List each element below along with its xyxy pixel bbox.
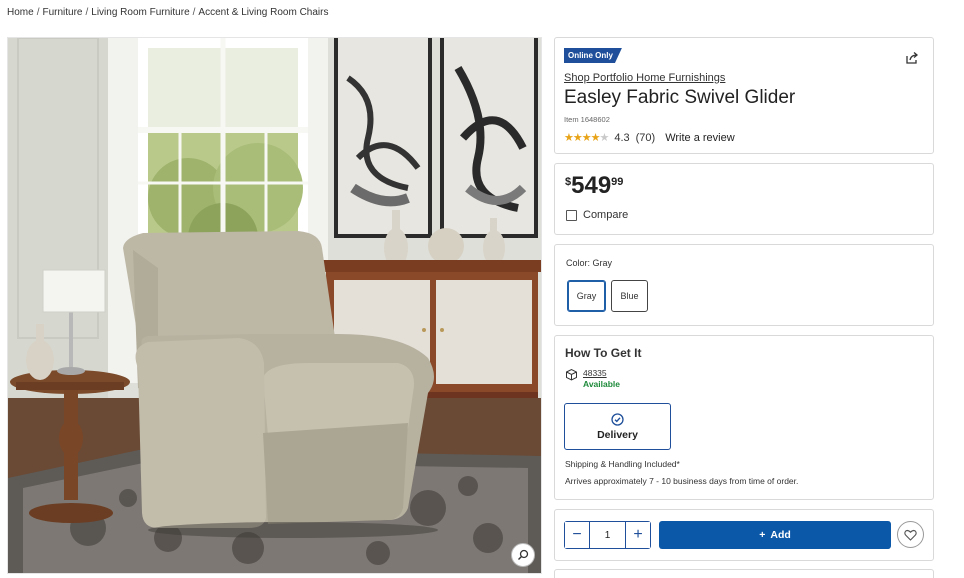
quantity-stepper: − + <box>564 521 651 549</box>
availability-status: Available <box>583 379 621 389</box>
check-circle-icon <box>611 412 624 426</box>
compare-checkbox[interactable]: Compare <box>566 209 628 221</box>
write-review-link[interactable]: Write a review <box>665 132 734 144</box>
rating-row: ★★★★★ 4.3 (70) Write a review <box>564 131 735 145</box>
quantity-increase-button[interactable]: + <box>625 522 650 548</box>
breadcrumb: Home / Furniture / Living Room Furniture… <box>7 7 328 18</box>
color-option-blue[interactable]: Blue <box>611 280 648 312</box>
arrival-note: Arrives approximately 7 - 10 business da… <box>565 476 799 486</box>
quantity-input[interactable] <box>590 522 625 548</box>
review-count[interactable]: (70) <box>636 132 656 144</box>
add-to-cart-label: Add <box>770 529 791 541</box>
how-to-get-card: How To Get It 48335 Available Delivery S… <box>554 335 934 500</box>
delivery-option[interactable]: Delivery <box>564 403 671 450</box>
product-price: $ 549 99 <box>565 173 623 199</box>
breadcrumb-separator: / <box>36 7 40 18</box>
breadcrumb-separator: / <box>192 7 196 18</box>
zoom-icon <box>518 549 529 560</box>
breadcrumb-furniture[interactable]: Furniture <box>42 7 82 18</box>
box-icon <box>566 368 577 381</box>
quantity-decrease-button[interactable]: − <box>565 522 590 548</box>
how-to-get-title: How To Get It <box>565 346 642 360</box>
zoom-button[interactable] <box>511 543 535 567</box>
breadcrumb-home[interactable]: Home <box>7 7 34 18</box>
breadcrumb-separator: / <box>85 7 89 18</box>
breadcrumb-living-room-furniture[interactable]: Living Room Furniture <box>91 7 189 18</box>
star-rating-icon[interactable]: ★★★★★ <box>564 131 609 144</box>
zip-row: 48335 Available <box>565 368 620 389</box>
add-to-cart-button[interactable]: + Add <box>659 521 891 549</box>
heart-icon <box>904 529 917 541</box>
product-header-card: Online Only Shop Portfolio Home Furnishi… <box>554 37 934 154</box>
delivery-label: Delivery <box>597 428 638 441</box>
color-label: Color: Gray <box>566 258 613 268</box>
price-dollars: 549 <box>571 172 612 199</box>
product-title: Easley Fabric Swivel Glider <box>564 87 796 108</box>
next-section-card <box>554 569 934 578</box>
online-only-badge: Online Only <box>564 48 622 63</box>
favorite-button[interactable] <box>897 521 924 548</box>
add-to-cart-card: − + + Add <box>554 509 934 561</box>
compare-label: Compare <box>583 209 629 221</box>
color-option-gray[interactable]: Gray <box>567 280 606 312</box>
price-cents: 99 <box>611 176 624 188</box>
share-icon[interactable] <box>905 51 919 65</box>
brand-link[interactable]: Shop Portfolio Home Furnishings <box>564 72 725 84</box>
rating-value: 4.3 <box>614 131 630 144</box>
price-card: $ 549 99 Compare <box>554 163 934 235</box>
breadcrumb-accent-chairs[interactable]: Accent & Living Room Chairs <box>198 7 328 18</box>
checkbox-icon[interactable] <box>566 209 577 221</box>
color-selector-card: Color: Gray Gray Blue <box>554 244 934 326</box>
zip-code-link[interactable]: 48335 <box>583 368 620 378</box>
plus-icon: + <box>759 529 766 541</box>
product-photo <box>8 38 541 573</box>
product-image[interactable] <box>7 37 542 574</box>
item-number: Item 1648602 <box>564 115 610 124</box>
shipping-note: Shipping & Handling Included* <box>565 459 680 469</box>
